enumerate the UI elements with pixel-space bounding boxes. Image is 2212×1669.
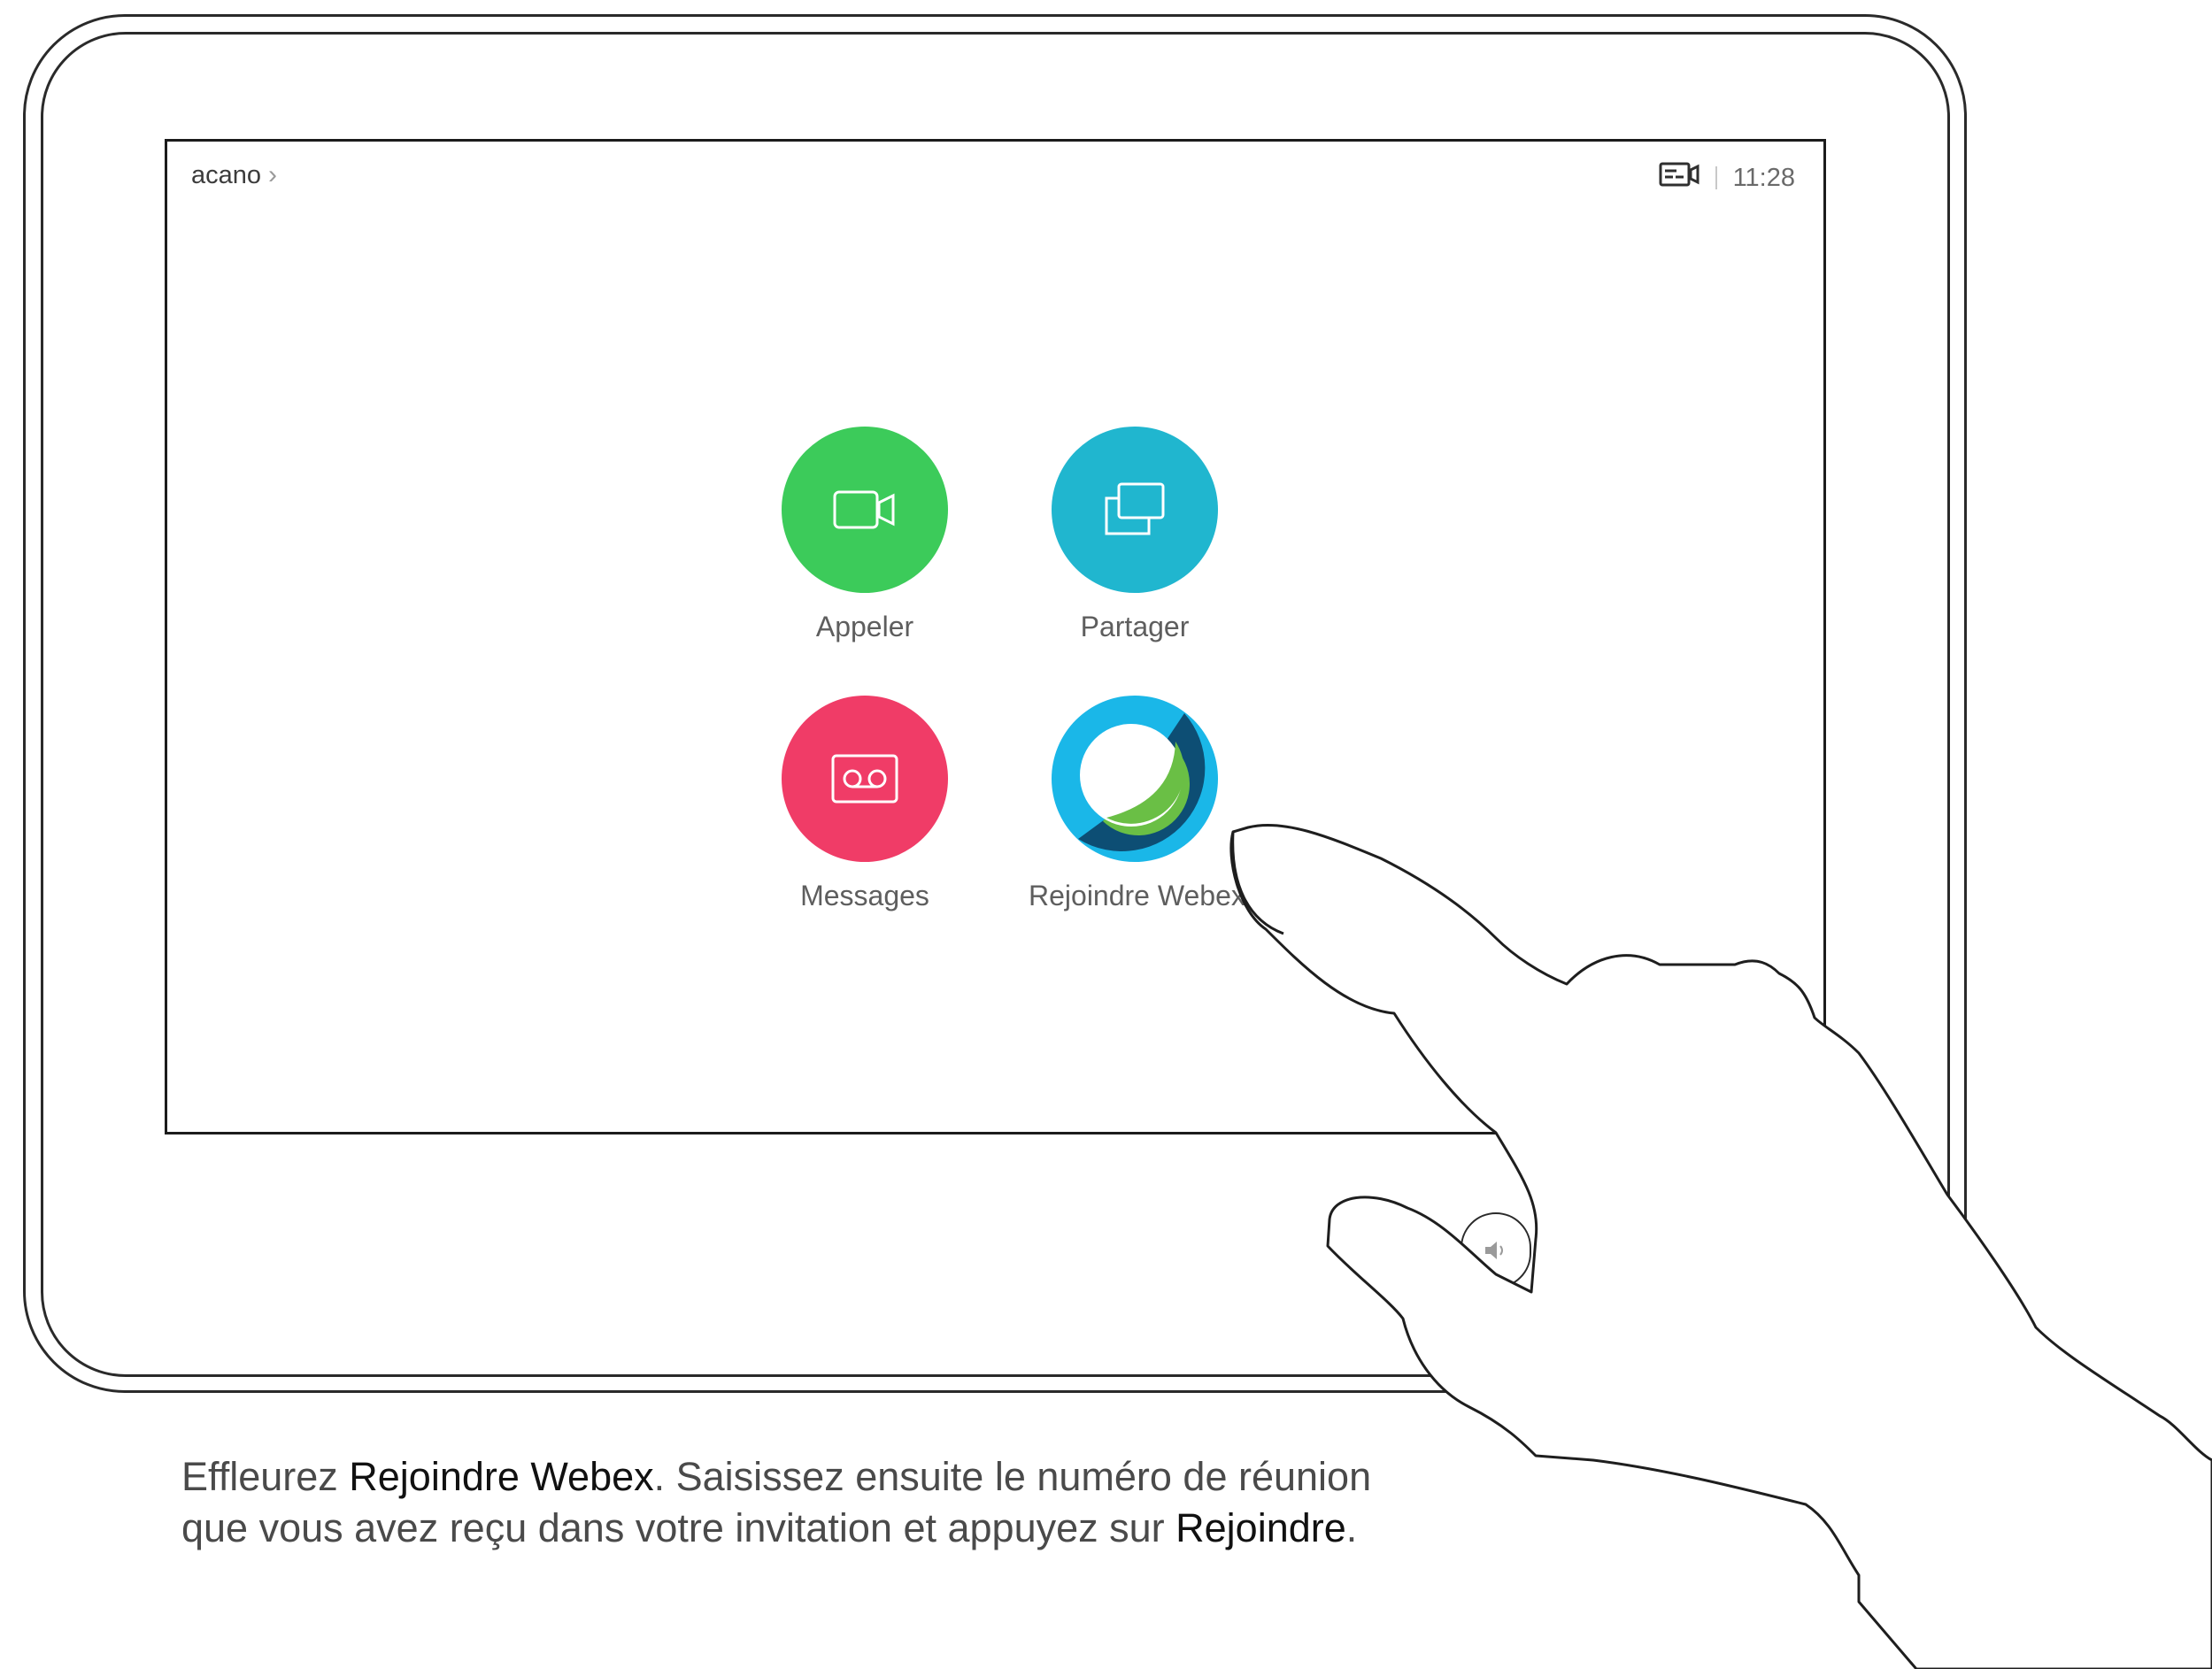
voicemail-icon [831,754,898,804]
app-rejoindre-webex[interactable]: Rejoindre Webex [1029,696,1245,912]
webex-logo-icon [1052,696,1218,862]
messages-button[interactable] [782,696,948,862]
share-screen-icon [1105,482,1165,535]
app-label: Messages [800,880,929,911]
touch-screen: acano › 11:28 Appeler Partager Messages … [165,139,1826,1134]
app-label: Partager [1080,611,1190,642]
caption-text: Effleurez [181,1454,350,1499]
app-label: Rejoindre Webex [1029,880,1245,911]
app-partager[interactable]: Partager [1029,427,1241,643]
call-button[interactable] [782,427,948,593]
app-label: Appeler [815,611,914,642]
caption-text: . [1345,1505,1358,1550]
share-button[interactable] [1052,427,1218,593]
speaker-icon [1485,1242,1503,1259]
volume-button[interactable] [1461,1212,1531,1288]
join-webex-button[interactable] [1052,696,1218,862]
caption-emphasis-webex: Rejoindre Webex [349,1454,654,1499]
caption-text: que vous avez reçu dans votre invitation… [181,1505,1176,1550]
home-app-grid: Appeler Partager Messages Rejoindre Webe… [167,142,1823,1132]
video-camera-icon [833,490,895,529]
instruction-caption: Effleurez Rejoindre Webex. Saisissez ens… [181,1451,1598,1554]
caption-line-2: que vous avez reçu dans votre invitation… [181,1503,1598,1554]
caption-emphasis-rejoindre: Rejoindre [1175,1505,1346,1550]
app-appeler[interactable]: Appeler [759,427,971,643]
caption-line-1: Effleurez Rejoindre Webex. Saisissez ens… [181,1451,1598,1503]
app-messages[interactable]: Messages [759,696,971,912]
caption-text: . Saisissez ensuite le numéro de réunion [653,1454,1372,1499]
